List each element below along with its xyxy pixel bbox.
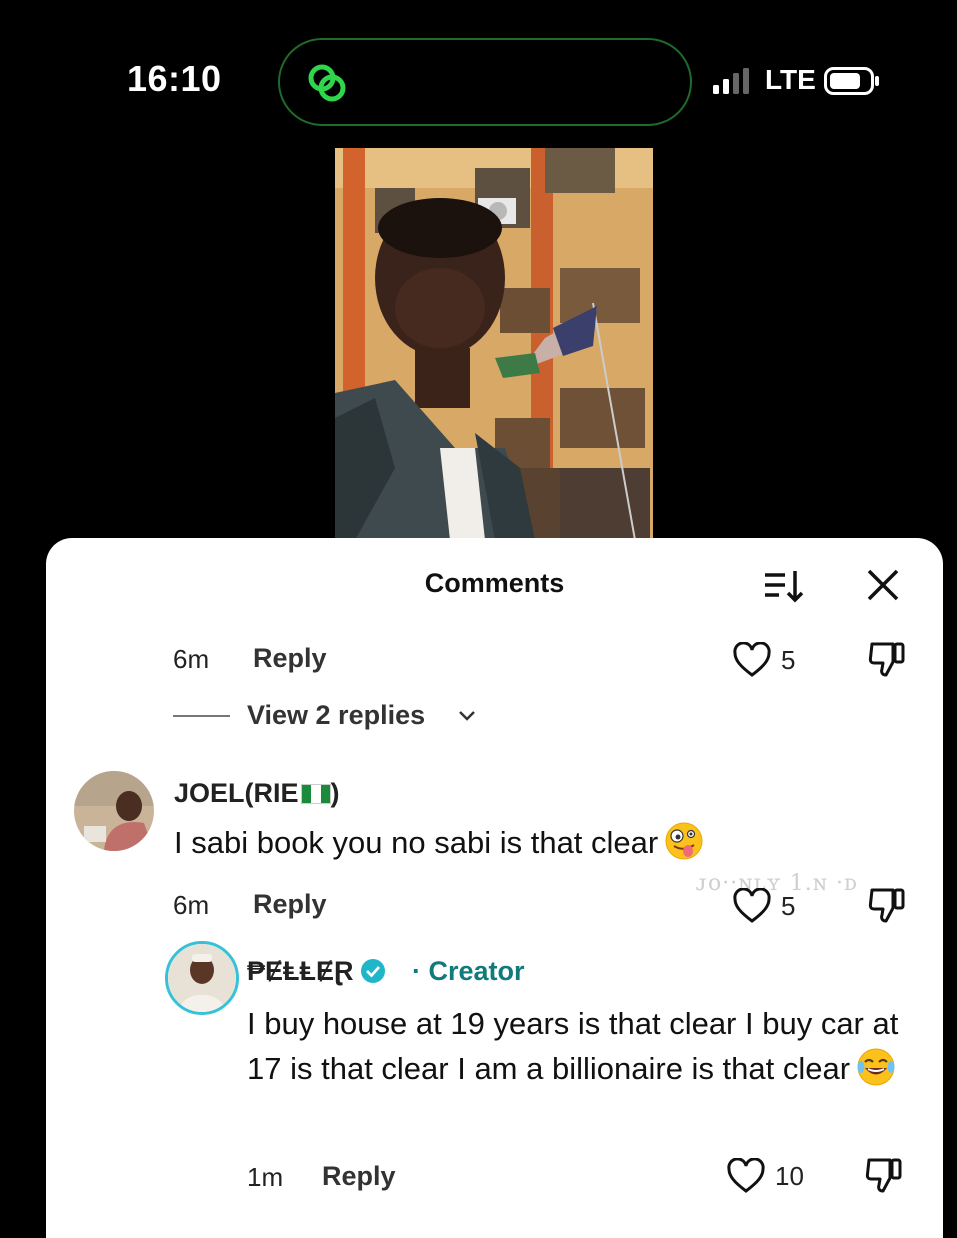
avatar-image [168, 944, 236, 1012]
comments-title: Comments [424, 568, 565, 598]
reply-button[interactable]: Reply [253, 643, 327, 674]
comments-sheet: Comments 6m Reply 5 View 2 replies JOEL(… [46, 538, 943, 1238]
avatar[interactable] [74, 771, 154, 851]
reply-button[interactable]: Reply [322, 1161, 396, 1192]
verified-icon [360, 959, 385, 983]
signal-icon [713, 68, 749, 94]
badge-separator: · [412, 956, 421, 986]
creator-avatar[interactable] [165, 941, 239, 1015]
comment-text: I sabi book you no sabi is that clear [174, 820, 874, 865]
video-frame-image [335, 148, 653, 540]
thumbs-down-icon[interactable] [866, 638, 908, 680]
laughing-emoji [857, 1048, 895, 1086]
avatar-image [74, 771, 154, 851]
sort-icon[interactable] [761, 566, 805, 606]
heart-icon[interactable] [732, 888, 772, 924]
dynamic-island[interactable] [278, 38, 692, 126]
comment-text-content: I sabi book you no sabi is that clear [174, 825, 659, 860]
status-time: 16:10 [127, 58, 222, 99]
like-count: 5 [781, 891, 796, 921]
chevron-down-icon[interactable] [458, 710, 476, 722]
network-type: LTE [765, 64, 816, 95]
island-app-icon [308, 64, 346, 102]
comment-time: 6m [173, 644, 210, 674]
battery-icon [824, 67, 879, 95]
like-count: 5 [781, 645, 796, 675]
close-icon[interactable] [864, 566, 902, 604]
comment-text: I buy house at 19 years is that clear I … [247, 1001, 917, 1091]
view-replies-button[interactable]: View 2 replies [247, 700, 425, 731]
author-name-suffix: ) [330, 778, 340, 808]
nigeria-flag-icon [300, 784, 331, 804]
comment-text-content: I buy house at 19 years is that clear I … [247, 1006, 899, 1086]
creator-badge: · Creator [412, 956, 525, 987]
watermark-logo: ᴊᴏ··ɴʟʏ 1.ɴ ·ᴅ [696, 871, 858, 896]
comment-author[interactable]: ₱ɆⱠⱠɆⱤ [247, 956, 386, 987]
heart-icon[interactable] [726, 1158, 766, 1194]
replies-divider [173, 715, 230, 717]
thumbs-down-icon[interactable] [863, 1154, 905, 1196]
heart-icon[interactable] [732, 642, 772, 678]
author-name: ₱ɆⱠⱠɆⱤ [247, 956, 354, 986]
comment-time: 6m [173, 890, 210, 920]
video-preview[interactable] [335, 148, 653, 540]
comment-time: 1m [247, 1162, 284, 1192]
thumbs-down-icon[interactable] [866, 884, 908, 926]
reply-button[interactable]: Reply [253, 889, 327, 920]
author-name: JOEL(RIE [174, 778, 299, 808]
creator-label: Creator [428, 956, 525, 986]
zany-face-emoji [665, 822, 703, 860]
like-count: 10 [775, 1161, 804, 1191]
comment-author[interactable]: JOEL(RIE) [174, 778, 340, 809]
